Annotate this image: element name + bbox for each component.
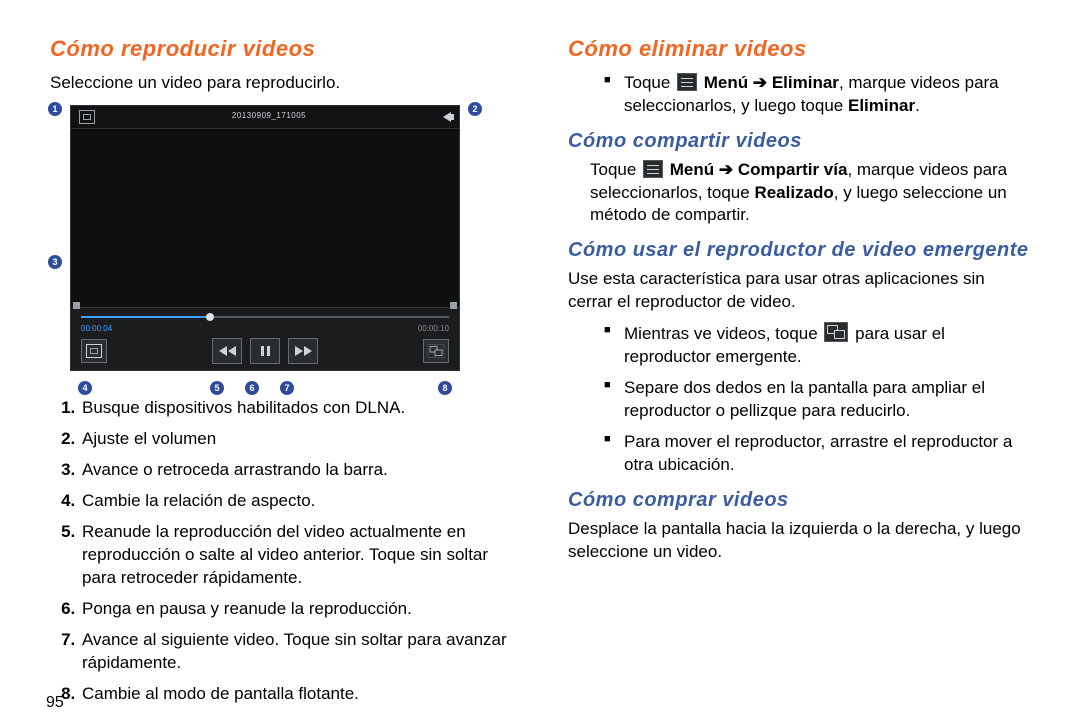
player-controls: 00:00:04 00:00:10 — [71, 307, 459, 371]
intro-text: Seleccione un video para reproducirlo. — [50, 72, 520, 95]
heading-play-videos: Cómo reproducir videos — [50, 34, 520, 64]
aspect-ratio-icon — [81, 339, 107, 363]
t: Eliminar — [848, 96, 915, 115]
heading-delete-videos: Cómo eliminar videos — [568, 34, 1030, 64]
dlna-icon — [79, 110, 95, 124]
step-4: Cambie la relación de aspecto. — [80, 490, 520, 513]
video-player-figure: 1 2 3 4 5 6 7 8 20130909_171005 — [70, 105, 460, 372]
callout-7: 7 — [280, 381, 294, 395]
t: Toque — [590, 160, 641, 179]
step-7: Avance al siguiente video. Toque sin sol… — [80, 629, 520, 675]
crop-handle — [450, 302, 457, 309]
step-3: Avance o retroceda arrastrando la barra. — [80, 459, 520, 482]
video-player: 20130909_171005 00:00 — [70, 105, 460, 372]
t: Mientras ve videos, toque — [624, 324, 822, 343]
callout-4: 4 — [78, 381, 92, 395]
t: Realizado — [754, 183, 833, 202]
step-8: Cambie al modo de pantalla flotante. — [80, 683, 520, 706]
progress-bar — [81, 312, 449, 322]
t: Menú ➔ Eliminar — [699, 73, 839, 92]
t: Menú ➔ Compartir vía — [665, 160, 847, 179]
step-6: Ponga en pausa y reanude la reproducción… — [80, 598, 520, 621]
step-2: Ajuste el volumen — [80, 428, 520, 451]
menu-icon — [677, 73, 697, 91]
callout-3: 3 — [48, 255, 62, 269]
video-area — [71, 128, 459, 307]
popup-player-icon — [423, 339, 449, 363]
step-1: Busque dispositivos habilitados con DLNA… — [80, 397, 520, 420]
time-total: 00:00:10 — [418, 324, 449, 335]
time-current: 00:00:04 — [81, 324, 112, 335]
callout-2: 2 — [468, 102, 482, 116]
share-instruction: Toque Menú ➔ Compartir vía, marque video… — [590, 159, 1030, 228]
t: Toque — [624, 73, 675, 92]
popup-step-3: Para mover el reproductor, arrastre el r… — [604, 431, 1030, 477]
delete-instruction: Toque Menú ➔ Eliminar, marque videos par… — [604, 72, 1030, 118]
callout-6: 6 — [245, 381, 259, 395]
volume-icon — [443, 112, 451, 122]
popup-intro: Use esta característica para usar otras … — [568, 268, 1030, 314]
page-number: 95 — [46, 694, 64, 712]
popup-step-2: Separe dos dedos en la pantalla para amp… — [604, 377, 1030, 423]
heading-buy-videos: Cómo comprar videos — [568, 487, 1030, 514]
steps-list: Busque dispositivos habilitados con DLNA… — [62, 397, 520, 705]
pause-icon — [250, 338, 280, 364]
heading-share-videos: Cómo compartir videos — [568, 128, 1030, 155]
step-5: Reanude la reproducción del video actual… — [80, 521, 520, 590]
popup-icon — [824, 322, 848, 342]
callout-8: 8 — [438, 381, 452, 395]
prev-icon — [212, 338, 242, 364]
player-title: 20130909_171005 — [232, 111, 306, 122]
callout-5: 5 — [210, 381, 224, 395]
popup-step-1: Mientras ve videos, toque para usar el r… — [604, 322, 1030, 369]
next-icon — [288, 338, 318, 364]
t: . — [915, 96, 920, 115]
heading-popup-player: Cómo usar el reproductor de video emerge… — [568, 237, 1030, 264]
callout-1: 1 — [48, 102, 62, 116]
menu-icon — [643, 160, 663, 178]
buy-instruction: Desplace la pantalla hacia la izquierda … — [568, 518, 1030, 564]
crop-handle — [73, 302, 80, 309]
